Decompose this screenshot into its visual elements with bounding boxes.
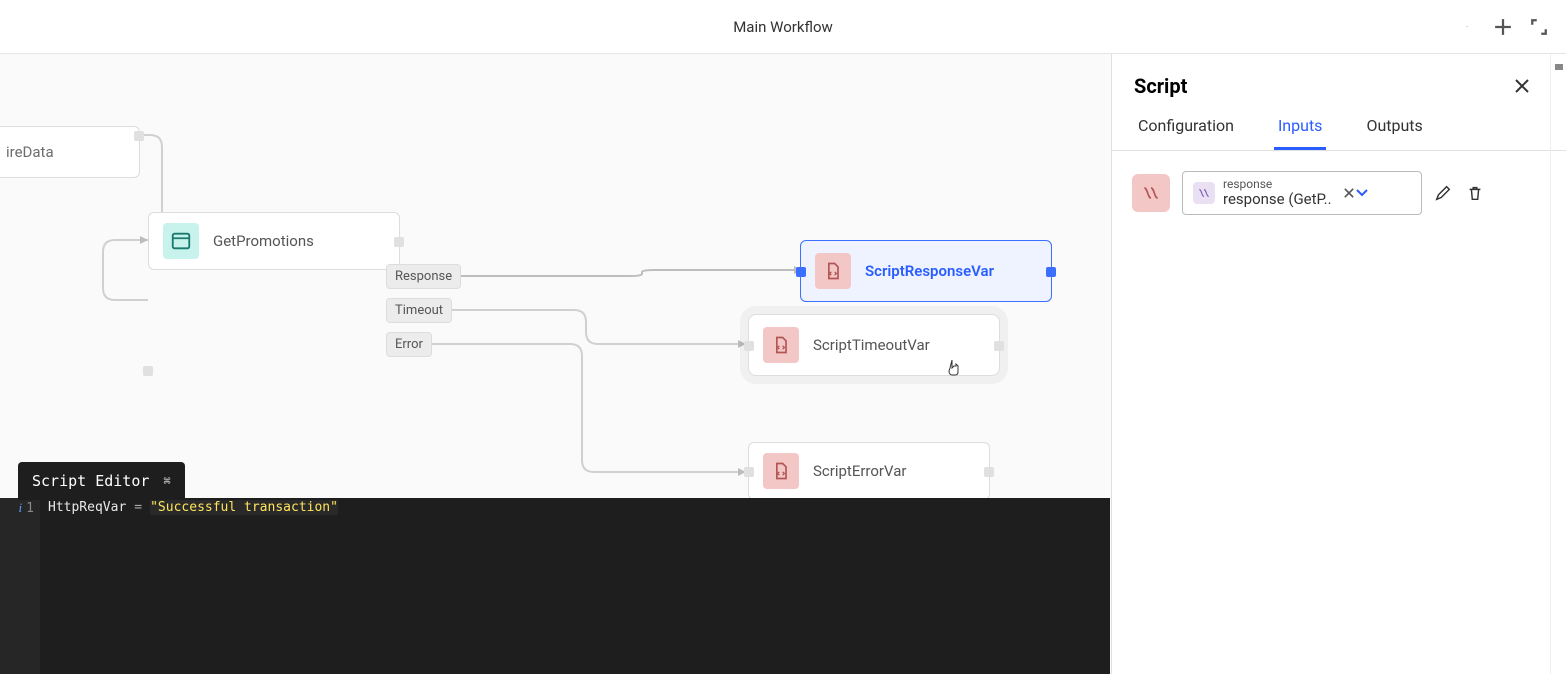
script-icon xyxy=(763,327,799,363)
browser-icon xyxy=(163,223,199,259)
input-chip[interactable]: response response (GetP.. xyxy=(1182,171,1422,215)
inspector-panel: Script Configuration Inputs Outputs xyxy=(1111,54,1566,674)
port-in-branch[interactable] xyxy=(143,366,153,376)
port-error[interactable]: Error xyxy=(386,332,432,357)
line-number: 1 xyxy=(26,501,34,516)
port-out[interactable] xyxy=(994,341,1004,351)
fullscreen-button[interactable] xyxy=(1530,18,1548,36)
port-response[interactable]: Response xyxy=(386,264,461,289)
info-icon: i xyxy=(19,500,23,515)
input-row: response response (GetP.. xyxy=(1132,171,1546,215)
port-in[interactable] xyxy=(744,341,754,351)
chip-value: response (GetP.. xyxy=(1223,191,1332,208)
port-in[interactable] xyxy=(744,467,754,477)
node-iredata[interactable]: ireData xyxy=(0,126,140,178)
panel-title: Script xyxy=(1134,74,1187,98)
tab-configuration[interactable]: Configuration xyxy=(1134,116,1238,150)
panel-scrollbar[interactable] xyxy=(1550,54,1566,674)
tab-inputs[interactable]: Inputs xyxy=(1274,116,1326,150)
port-response-dot[interactable] xyxy=(394,237,404,247)
editor-tab-label: Script Editor xyxy=(32,472,149,490)
node-label: ScriptResponseVar xyxy=(865,262,994,280)
editor-code-line[interactable]: HttpReqVar = "Successful transaction" xyxy=(40,498,1110,517)
script-editor-tab[interactable]: Script Editor ⌘ xyxy=(18,462,185,500)
close-button[interactable] xyxy=(1514,78,1530,94)
node-label: GetPromotions xyxy=(213,232,314,250)
chip-clear-icon[interactable] xyxy=(1344,188,1354,198)
script-icon xyxy=(815,253,851,289)
script-editor[interactable]: Script Editor ⌘ i1 HttpReqVar = "Success… xyxy=(0,498,1110,674)
page-title: Main Workflow xyxy=(733,18,833,36)
port-out[interactable] xyxy=(134,131,144,141)
minimize-button[interactable] xyxy=(1458,18,1476,36)
port-in[interactable] xyxy=(796,267,806,277)
shortcut-icon: ⌘ xyxy=(163,474,170,488)
node-label: ScriptErrorVar xyxy=(813,462,906,480)
node-label: ireData xyxy=(6,143,54,161)
edit-button[interactable] xyxy=(1434,184,1452,202)
editor-gutter: i1 xyxy=(0,498,40,674)
code-token-string: "Successful transaction" xyxy=(150,500,338,515)
variable-icon xyxy=(1193,182,1215,204)
code-token-op: = xyxy=(134,500,142,515)
node-get-promotions[interactable]: GetPromotions xyxy=(148,212,400,270)
port-out[interactable] xyxy=(1046,267,1056,277)
panel-tabs: Configuration Inputs Outputs xyxy=(1112,116,1566,151)
tab-outputs[interactable]: Outputs xyxy=(1362,116,1426,150)
node-script-timeout-var[interactable]: ScriptTimeoutVar xyxy=(748,314,1000,376)
workflow-canvas[interactable]: ireData GetPromotions Response Timeout E… xyxy=(0,54,1111,674)
node-script-error-var[interactable]: ScriptErrorVar xyxy=(748,442,990,500)
port-timeout[interactable]: Timeout xyxy=(386,298,452,323)
port-out[interactable] xyxy=(984,467,994,477)
node-label: ScriptTimeoutVar xyxy=(813,336,930,354)
window-controls xyxy=(1458,18,1548,36)
code-token-var: HttpReqVar xyxy=(48,500,126,515)
node-script-response-var[interactable]: ScriptResponseVar xyxy=(800,240,1052,302)
chevron-down-icon[interactable] xyxy=(1356,189,1368,197)
add-button[interactable] xyxy=(1494,18,1512,36)
delete-button[interactable] xyxy=(1466,184,1484,202)
titlebar: Main Workflow xyxy=(0,0,1566,54)
script-type-icon xyxy=(1132,174,1170,212)
script-icon xyxy=(763,453,799,489)
